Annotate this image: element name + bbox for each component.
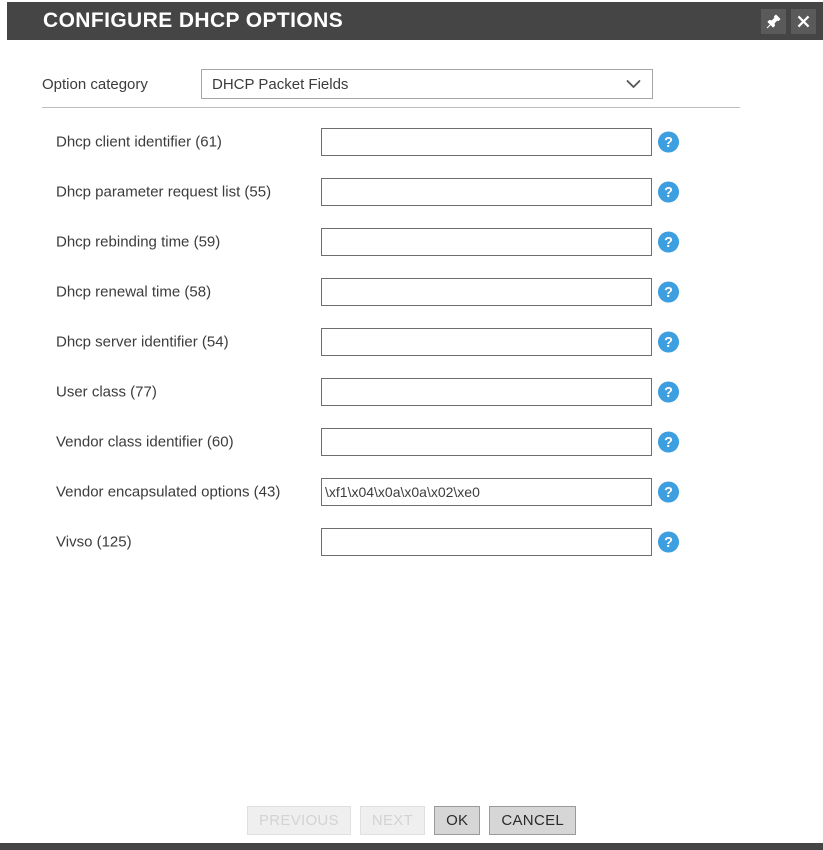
field-input[interactable]: [321, 328, 652, 356]
field-label: Vivso (125): [56, 533, 132, 551]
ok-button[interactable]: OK: [434, 806, 481, 835]
svg-text:?: ?: [664, 135, 673, 151]
option-category-label: Option category: [42, 75, 148, 93]
field-row: User class (77)?: [0, 367, 823, 417]
field-row: Vendor class identifier (60)?: [0, 417, 823, 467]
field-row: Dhcp parameter request list (55)?: [0, 167, 823, 217]
svg-text:?: ?: [664, 435, 673, 451]
field-input[interactable]: [321, 478, 652, 506]
field-input[interactable]: [321, 378, 652, 406]
footer-bar: [0, 843, 823, 850]
help-icon[interactable]: ?: [657, 131, 680, 154]
svg-text:?: ?: [664, 385, 673, 401]
field-row: Vendor encapsulated options (43)?: [0, 467, 823, 517]
svg-text:?: ?: [664, 485, 673, 501]
help-icon[interactable]: ?: [657, 481, 680, 504]
section-divider: [42, 107, 740, 108]
field-label: User class (77): [56, 383, 157, 401]
cancel-button[interactable]: CANCEL: [489, 806, 577, 835]
field-row: Dhcp renewal time (58)?: [0, 267, 823, 317]
field-row: Vivso (125)?: [0, 517, 823, 567]
field-input[interactable]: [321, 228, 652, 256]
field-input[interactable]: [321, 178, 652, 206]
previous-button: PREVIOUS: [246, 806, 351, 835]
close-icon: [796, 14, 811, 29]
pin-icon: [766, 14, 781, 29]
field-row: Dhcp client identifier (61)?: [0, 117, 823, 167]
option-category-dropdown[interactable]: DHCP Packet Fields: [201, 69, 653, 99]
option-category-row: Option category DHCP Packet Fields: [0, 68, 823, 100]
field-input[interactable]: [321, 128, 652, 156]
svg-text:?: ?: [664, 285, 673, 301]
help-icon[interactable]: ?: [657, 181, 680, 204]
dhcp-options-field-list: Dhcp client identifier (61)? Dhcp paramet…: [0, 117, 823, 567]
field-label: Dhcp rebinding time (59): [56, 233, 221, 251]
field-input[interactable]: [321, 278, 652, 306]
help-icon[interactable]: ?: [657, 531, 680, 554]
field-label: Dhcp client identifier (61): [56, 133, 222, 151]
window-controls: [761, 8, 816, 34]
field-label: Dhcp server identifier (54): [56, 333, 229, 351]
field-input[interactable]: [321, 428, 652, 456]
help-icon[interactable]: ?: [657, 431, 680, 454]
field-row: Dhcp rebinding time (59)?: [0, 217, 823, 267]
pin-button[interactable]: [761, 8, 786, 34]
help-icon[interactable]: ?: [657, 331, 680, 354]
svg-text:?: ?: [664, 185, 673, 201]
field-row: Dhcp server identifier (54)?: [0, 317, 823, 367]
field-label: Vendor class identifier (60): [56, 433, 234, 451]
field-label: Dhcp parameter request list (55): [56, 183, 272, 201]
dialog-button-bar: PREVIOUS NEXT OK CANCEL: [0, 806, 823, 835]
page-title: CONFIGURE DHCP OPTIONS: [43, 9, 344, 32]
svg-text:?: ?: [664, 335, 673, 351]
option-category-value: DHCP Packet Fields: [212, 75, 349, 93]
close-button[interactable]: [791, 8, 816, 34]
svg-text:?: ?: [664, 235, 673, 251]
help-icon[interactable]: ?: [657, 381, 680, 404]
field-input[interactable]: [321, 528, 652, 556]
field-label: Dhcp renewal time (58): [56, 283, 212, 301]
window-title-bar: CONFIGURE DHCP OPTIONS: [7, 2, 823, 40]
field-label: Vendor encapsulated options (43): [56, 483, 281, 501]
help-icon[interactable]: ?: [657, 231, 680, 254]
next-button: NEXT: [359, 806, 426, 835]
chevron-down-icon: [626, 79, 641, 89]
help-icon[interactable]: ?: [657, 281, 680, 304]
svg-text:?: ?: [664, 535, 673, 551]
